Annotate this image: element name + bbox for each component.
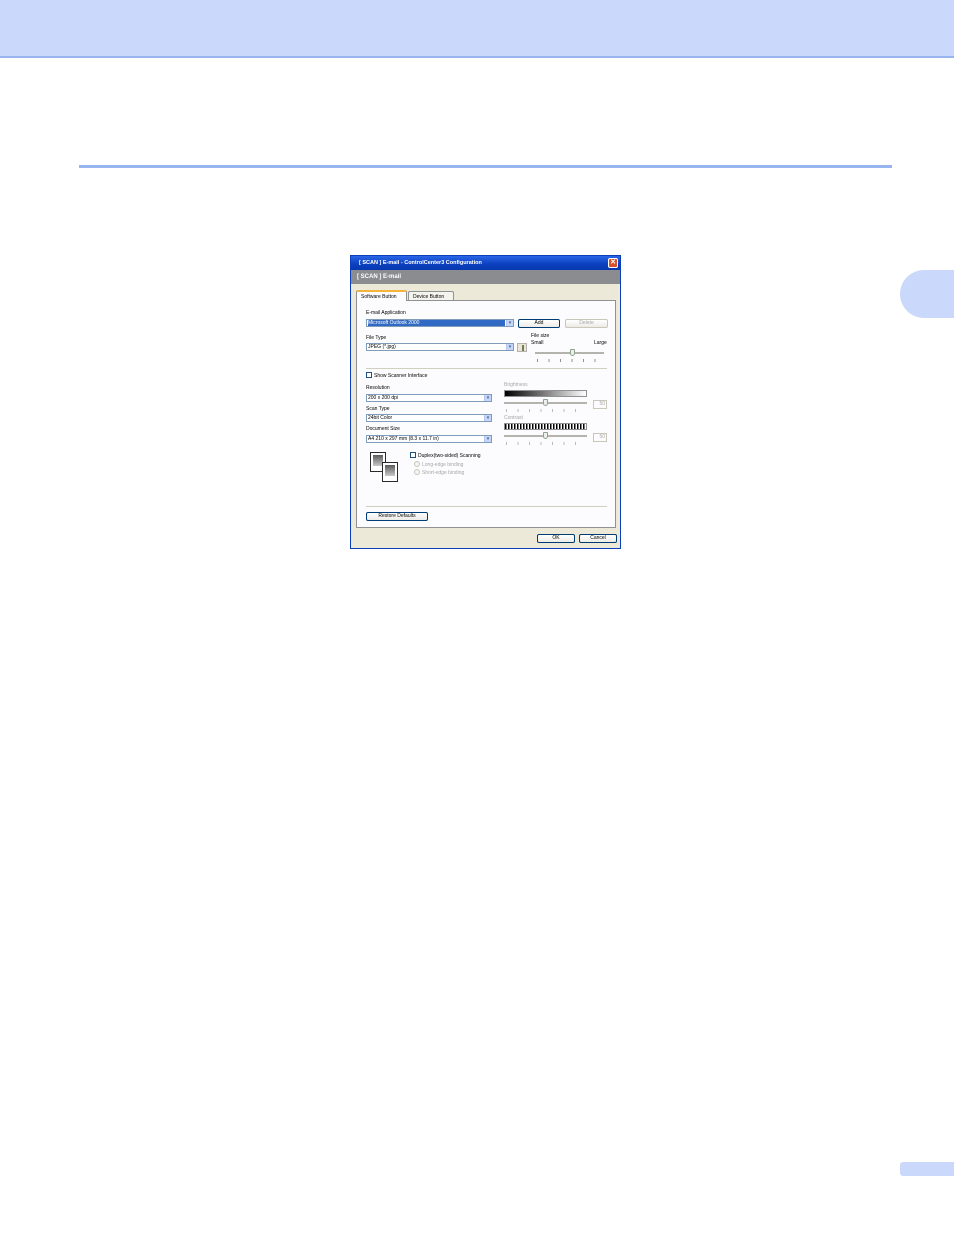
document-size-label: Document Size [366, 426, 400, 432]
resolution-value: 200 x 200 dpi [368, 395, 399, 401]
contrast-label: Contrast [504, 415, 523, 421]
file-size-small-label: Small [531, 340, 544, 346]
brightness-ticks [506, 409, 586, 412]
email-application-label: E-mail Application [366, 310, 406, 316]
dialog-title: [ SCAN ] E-mail - ControlCenter3 Configu… [359, 260, 482, 266]
separator [366, 368, 607, 369]
long-edge-binding-radio[interactable] [414, 461, 420, 467]
file-size-large-label: Large [594, 340, 607, 346]
cancel-button[interactable]: Cancel [579, 534, 617, 543]
brightness-value[interactable]: 50 [593, 400, 607, 409]
resolution-label: Resolution [366, 385, 390, 391]
chevron-down-icon: ▾ [484, 415, 491, 421]
contrast-ticks [506, 442, 586, 445]
duplex-scanning-label: Duplex(two-sided) Scanning [418, 453, 481, 459]
tab-software-button[interactable]: Software Button [356, 290, 407, 301]
duplex-scanning-checkbox[interactable] [410, 452, 416, 458]
ok-button[interactable]: OK [537, 534, 575, 543]
document-size-value: A4 210 x 297 mm (8.3 x 11.7 in) [368, 436, 439, 442]
long-edge-binding-label: Long-edge binding [422, 462, 464, 468]
short-edge-binding-label: Short-edge binding [422, 470, 465, 476]
contrast-value[interactable]: 50 [593, 433, 607, 442]
controlcenter-config-dialog: [ SCAN ] E-mail - ControlCenter3 Configu… [350, 255, 621, 549]
scan-type-value: 24bit Color [368, 415, 393, 421]
dialog-header: [ SCAN ] E-mail [351, 270, 620, 284]
section-rule [79, 165, 892, 168]
restore-defaults-button[interactable]: Restore Defaults [366, 512, 428, 521]
scan-type-select[interactable]: 24bit Color ▾ [366, 414, 492, 422]
page-header-band [0, 0, 954, 58]
add-button[interactable]: Add [518, 319, 560, 328]
chevron-down-icon: ▾ [506, 320, 513, 326]
file-type-settings-icon[interactable] [517, 343, 527, 352]
contrast-slider-thumb[interactable] [543, 432, 548, 439]
software-button-panel: E-mail Application Microsoft Outlook 200… [356, 300, 616, 528]
close-button[interactable]: ✕ [608, 258, 618, 268]
show-scanner-interface-label: Show Scanner Interface [374, 373, 428, 379]
brightness-slider-thumb[interactable] [543, 399, 548, 406]
resolution-select[interactable]: 200 x 200 dpi ▾ [366, 394, 492, 402]
scan-type-label: Scan Type [366, 406, 390, 412]
separator [366, 506, 607, 507]
dialog-titlebar: [ SCAN ] E-mail - ControlCenter3 Configu… [351, 256, 620, 270]
chapter-tab [900, 270, 954, 318]
email-application-select[interactable]: Microsoft Outlook 2000 ▾ [366, 319, 514, 327]
file-size-slider-thumb[interactable] [570, 349, 576, 356]
short-edge-binding-radio[interactable] [414, 469, 420, 475]
page-number-tab [900, 1162, 954, 1176]
chevron-down-icon: ▾ [506, 344, 513, 350]
file-type-label: File Type [366, 335, 387, 341]
file-type-select[interactable]: JPEG (*.jpg) ▾ [366, 343, 514, 351]
delete-button[interactable]: Delete [565, 319, 608, 328]
email-application-value: Microsoft Outlook 2000 [368, 320, 505, 326]
chevron-down-icon: ▾ [484, 436, 491, 442]
brightness-label: Brightness [504, 382, 528, 388]
file-size-ticks [537, 359, 603, 362]
file-size-label: File size [531, 333, 550, 339]
brightness-gradient [504, 390, 587, 397]
file-type-value: JPEG (*.jpg) [368, 344, 396, 350]
contrast-pattern [504, 423, 587, 430]
show-scanner-interface-checkbox[interactable] [366, 372, 372, 378]
document-size-select[interactable]: A4 210 x 297 mm (8.3 x 11.7 in) ▾ [366, 435, 492, 443]
duplex-pages-icon [370, 452, 400, 486]
chevron-down-icon: ▾ [484, 395, 491, 401]
close-icon: ✕ [610, 259, 616, 266]
